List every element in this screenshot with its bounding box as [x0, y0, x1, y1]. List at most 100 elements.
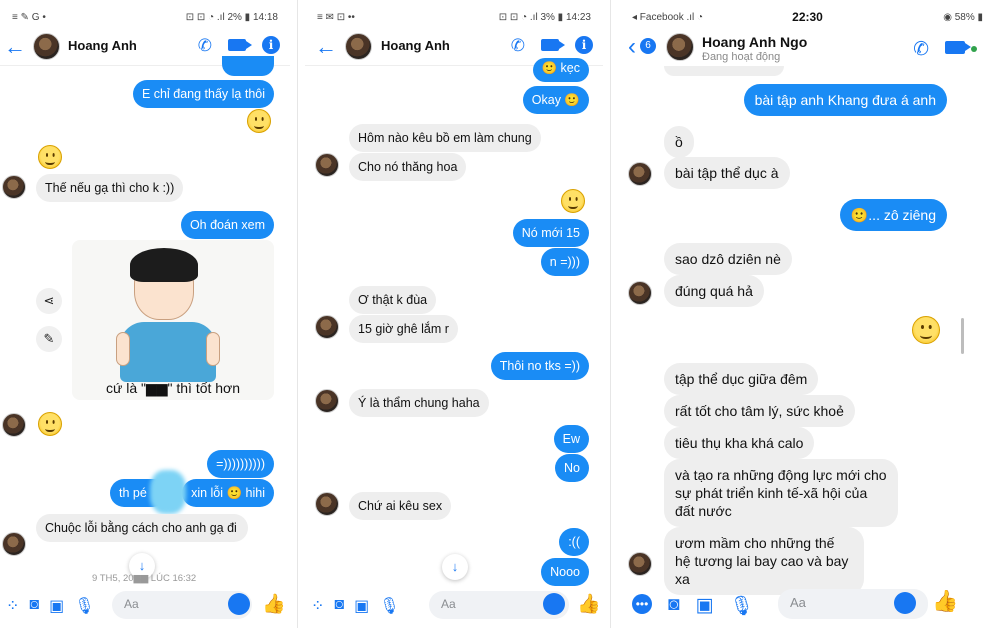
back-arrow-icon[interactable]: ← [315, 34, 337, 60]
smile-emoji-icon [912, 316, 940, 344]
message-incoming[interactable]: đúng quá hả [664, 275, 764, 307]
online-indicator [971, 46, 977, 52]
thumbs-up-icon[interactable]: 👍 [932, 590, 958, 614]
message-incoming[interactable]: Ý là thẩm chung haha [349, 389, 489, 417]
thumbs-up-icon[interactable]: 👍 [262, 592, 286, 616]
emoji-icon[interactable] [228, 593, 250, 615]
camera-icon[interactable]: ◙ [29, 596, 39, 616]
image-sticker[interactable]: cứ là "▆▆" thì tốt hơn [72, 240, 274, 400]
sender-avatar [628, 552, 652, 576]
image-icon[interactable]: ▣ [49, 596, 64, 616]
panel-divider [610, 0, 611, 628]
contact-name[interactable]: Hoang Anh Ngo [702, 34, 807, 50]
phone-icon[interactable]: ✆ [511, 36, 525, 56]
sticker-hand [116, 332, 130, 366]
sender-avatar [315, 315, 339, 339]
message-outgoing[interactable]: No [555, 454, 589, 482]
message-composer: ⁘ ◙ ▣ 🎙 Aa 👍 [0, 586, 290, 628]
emoji-icon[interactable] [543, 593, 565, 615]
contact-avatar[interactable] [345, 33, 372, 60]
message-incoming[interactable]: tiêu thụ kha khá calo [664, 427, 815, 459]
camera-icon[interactable]: ◙ [668, 594, 679, 618]
info-icon[interactable]: i [575, 36, 593, 54]
smile-emoji-icon [561, 189, 585, 213]
sticker-hair [130, 248, 198, 282]
message-outgoing[interactable]: n =))) [540, 248, 589, 276]
microphone-icon[interactable]: 🎙 [74, 596, 94, 616]
message-outgoing[interactable]: 🙂 kẹc [532, 58, 589, 82]
header-actions: ✆ i [511, 36, 593, 56]
status-left: ≡ ✎ G • [12, 12, 46, 23]
smile-emoji-icon [38, 145, 62, 169]
microphone-icon[interactable]: 🎙 [729, 594, 753, 618]
message-outgoing[interactable]: Okay 🙂 [522, 86, 589, 114]
contact-name[interactable]: Hoang Anh [68, 38, 137, 53]
video-camera-icon[interactable] [945, 41, 971, 54]
message-outgoing[interactable]: Thôi no tks =)) [490, 352, 589, 380]
status-bar: ◂ Facebook .ıl ◔ 22:30 ◉ 58% ▮ [620, 0, 995, 32]
composer-actions: ••• ◙ ▣ 🎙 [632, 594, 754, 618]
panel-divider [297, 0, 298, 628]
share-icon[interactable]: ⋖ [36, 288, 62, 314]
message-outgoing[interactable]: E chỉ đang thấy lạ thôi [133, 80, 274, 108]
contact-status: Đang hoạt động [702, 51, 781, 63]
sender-avatar [315, 153, 339, 177]
message-incoming[interactable]: Ơ thật k đùa [349, 286, 437, 314]
sticker-hand [206, 332, 220, 366]
message-outgoing[interactable]: xin lỗi 🙂 hihi [182, 479, 274, 507]
message-incoming[interactable]: Hôm nào kêu bồ em làm chung [349, 124, 541, 152]
message-incoming[interactable]: ồ [664, 126, 694, 158]
unread-count-badge[interactable]: 6 [640, 38, 656, 54]
message-outgoing[interactable]: Nó mới 15 [512, 219, 589, 247]
message-outgoing[interactable]: Ew [553, 425, 589, 453]
message-timestamp: 9 TH5, 20▆▆ LÚC 16:32 [92, 573, 197, 584]
message-outgoing[interactable]: :(( [559, 528, 589, 556]
pencil-icon[interactable]: ✎ [36, 326, 62, 352]
sender-avatar [2, 532, 26, 556]
message-incoming[interactable]: và tạo ra những động lực mới cho sự phát… [664, 459, 898, 527]
message-outgoing[interactable]: bài tập anh Khang đưa á anh [743, 84, 947, 116]
info-icon[interactable]: i [262, 36, 280, 54]
thumbs-up-icon[interactable]: 👍 [577, 592, 601, 616]
status-bar: ≡ ✎ G • ⊡ ⊡ ◔ .ıl 2% ▮ 14:18 [0, 0, 290, 32]
emoji-icon[interactable] [894, 592, 916, 614]
scroll-down-chevron-icon[interactable]: ↓ [442, 554, 468, 580]
message-outgoing[interactable]: Nooo [541, 558, 589, 586]
sticker-caption: cứ là "▆▆" thì tốt hơn [105, 380, 241, 396]
apps-icon[interactable]: ⁘ [311, 596, 324, 616]
composer-actions: ⁘ ◙ ▣ 🎙 [311, 596, 400, 616]
apps-icon[interactable]: ⁘ [6, 596, 19, 616]
phone-icon[interactable]: ✆ [198, 36, 212, 56]
message-outgoing[interactable]: 🙂... zô ziêng [839, 199, 947, 231]
contact-name[interactable]: Hoang Anh [381, 38, 450, 53]
message-incoming[interactable]: Chuộc lỗi bằng cách cho anh gạ đi [36, 514, 248, 542]
contact-avatar[interactable] [33, 33, 60, 60]
contact-avatar[interactable] [666, 33, 694, 61]
back-chevron-icon[interactable]: ‹ [628, 34, 636, 60]
microphone-icon[interactable]: 🎙 [379, 596, 399, 616]
image-icon[interactable]: ▣ [354, 596, 369, 616]
more-icon[interactable]: ••• [632, 594, 652, 614]
message-incoming[interactable]: rất tốt cho tâm lý, sức khoẻ [664, 395, 855, 427]
chat-header: ‹ 6 Hoang Anh Ngo Đang hoạt động ✆ [620, 32, 995, 66]
scrollbar[interactable] [961, 318, 964, 354]
back-arrow-icon[interactable]: ← [4, 34, 26, 60]
camera-icon[interactable]: ◙ [334, 596, 344, 616]
message-incoming[interactable]: 15 giờ ghê lắm r [349, 315, 458, 343]
message-outgoing[interactable]: Oh đoán xem [180, 211, 274, 239]
video-camera-icon[interactable] [541, 39, 565, 51]
message-incoming[interactable]: sao dzô dziên nè [664, 243, 792, 275]
message-incoming[interactable]: tập thể dục giữa đêm [664, 363, 819, 395]
message-composer: ⁘ ◙ ▣ 🎙 Aa 👍 [305, 586, 603, 628]
message-bubble-partial [664, 66, 784, 76]
video-camera-icon[interactable] [228, 39, 252, 51]
message-incoming[interactable]: Chứ ai kêu sex [349, 492, 452, 520]
message-incoming[interactable]: bài tập thể dục à [664, 157, 790, 189]
message-outgoing[interactable]: =)))))))))) [207, 450, 274, 478]
image-icon[interactable]: ▣ [695, 594, 713, 618]
phone-icon[interactable]: ✆ [913, 38, 929, 61]
message-incoming[interactable]: Cho nó thăng hoa [349, 153, 467, 181]
header-actions: ✆ [913, 38, 971, 61]
message-incoming[interactable]: Thế nếu gạ thì cho k :)) [36, 174, 184, 202]
sender-avatar [628, 162, 652, 186]
